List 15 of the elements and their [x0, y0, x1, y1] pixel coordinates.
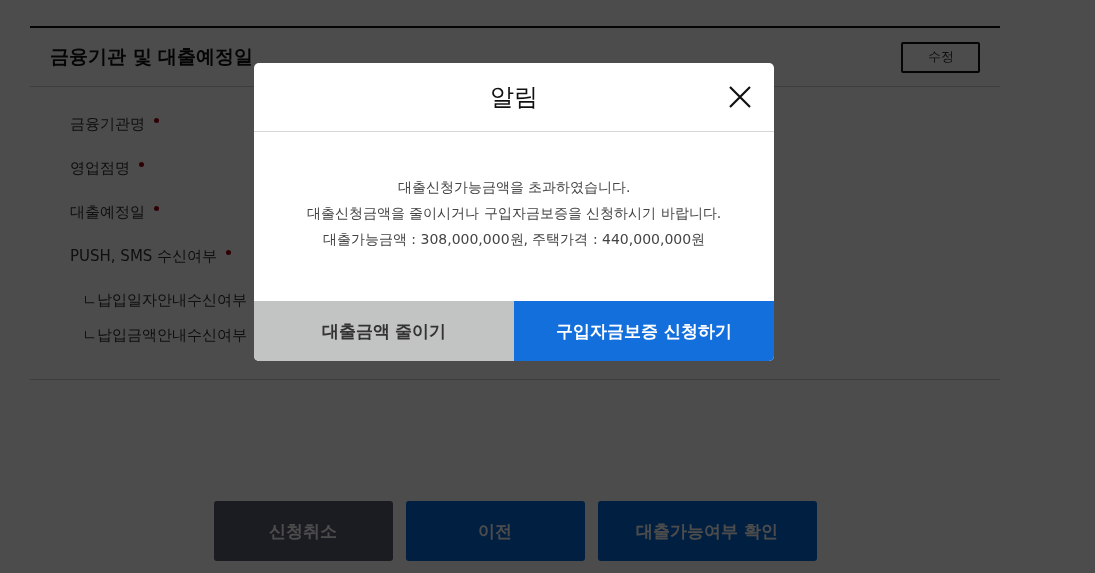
close-icon: [728, 85, 752, 109]
field-label: ㄴ납입일자안내수신여부: [82, 291, 247, 310]
field-label: ㄴ납입금액안내수신여부: [82, 326, 247, 345]
dialog-button[interactable]: 대출금액 줄이기: [254, 301, 514, 361]
dialog-message: 대출가능금액 : 308,000,000원, 주택가격 : 440,000,000원: [322, 229, 706, 249]
dialog-message: 대출신청금액을 줄이시거나 구입자금보증을 신청하시기 바랍니다.: [306, 203, 722, 223]
field-label: PUSH, SMS 수신여부: [70, 247, 218, 266]
dialog-title: 알림: [490, 82, 538, 113]
field-label: 영업점명: [70, 159, 130, 178]
field-label: 대출예정일: [70, 203, 145, 222]
dialog-button[interactable]: 구입자금보증 신청하기: [514, 301, 774, 361]
field-label: 금융기관명: [70, 115, 145, 134]
close-button[interactable]: [728, 85, 752, 109]
section-title: 금융기관 및 대출예정일: [50, 44, 254, 69]
dialog-message: 대출신청가능금액을 초과하였습니다.: [397, 177, 631, 197]
